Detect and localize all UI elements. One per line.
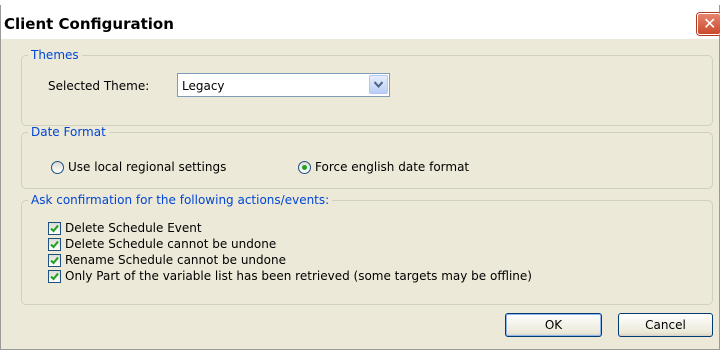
theme-select-value: Legacy <box>182 79 225 93</box>
radio-local-regional[interactable] <box>51 161 64 174</box>
checkbox-delete-schedule-undone[interactable] <box>48 238 61 251</box>
radio-force-english[interactable] <box>298 161 311 174</box>
radio-selected-dot <box>302 165 307 170</box>
confirmations-group-title: Ask confirmation for the following actio… <box>31 193 330 207</box>
close-button[interactable]: ✕ <box>697 13 720 35</box>
title-bar[interactable]: Client Configuration ✕ <box>1 5 720 39</box>
check-icon <box>50 240 59 249</box>
ok-button[interactable]: OK <box>505 313 602 337</box>
chevron-down-icon[interactable] <box>369 75 388 94</box>
checkbox-delete-schedule-event-label[interactable]: Delete Schedule Event <box>65 221 202 235</box>
checkbox-delete-schedule-event[interactable] <box>48 222 61 235</box>
radio-local-regional-label[interactable]: Use local regional settings <box>68 160 226 174</box>
date-format-group-title: Date Format <box>31 125 106 139</box>
checkbox-rename-schedule-undone[interactable] <box>48 254 61 267</box>
checkbox-partial-variable-list[interactable] <box>48 270 61 283</box>
check-icon <box>50 224 59 233</box>
radio-force-english-label[interactable]: Force english date format <box>315 160 469 174</box>
date-format-group: Date Format <box>21 125 713 189</box>
client-configuration-dialog: Client Configuration ✕ Themes Selected T… <box>0 5 720 350</box>
checkbox-delete-schedule-undone-label[interactable]: Delete Schedule cannot be undone <box>65 237 276 251</box>
checkbox-rename-schedule-undone-label[interactable]: Rename Schedule cannot be undone <box>65 253 286 267</box>
check-icon <box>50 256 59 265</box>
theme-select[interactable]: Legacy <box>177 73 390 97</box>
window-title: Client Configuration <box>4 15 174 33</box>
checkbox-partial-variable-list-label[interactable]: Only Part of the variable list has been … <box>65 269 532 283</box>
check-icon <box>50 272 59 281</box>
cancel-button[interactable]: Cancel <box>618 313 713 337</box>
themes-group-title: Themes <box>31 48 79 62</box>
close-icon: ✕ <box>703 14 717 33</box>
selected-theme-label: Selected Theme: <box>48 79 150 93</box>
